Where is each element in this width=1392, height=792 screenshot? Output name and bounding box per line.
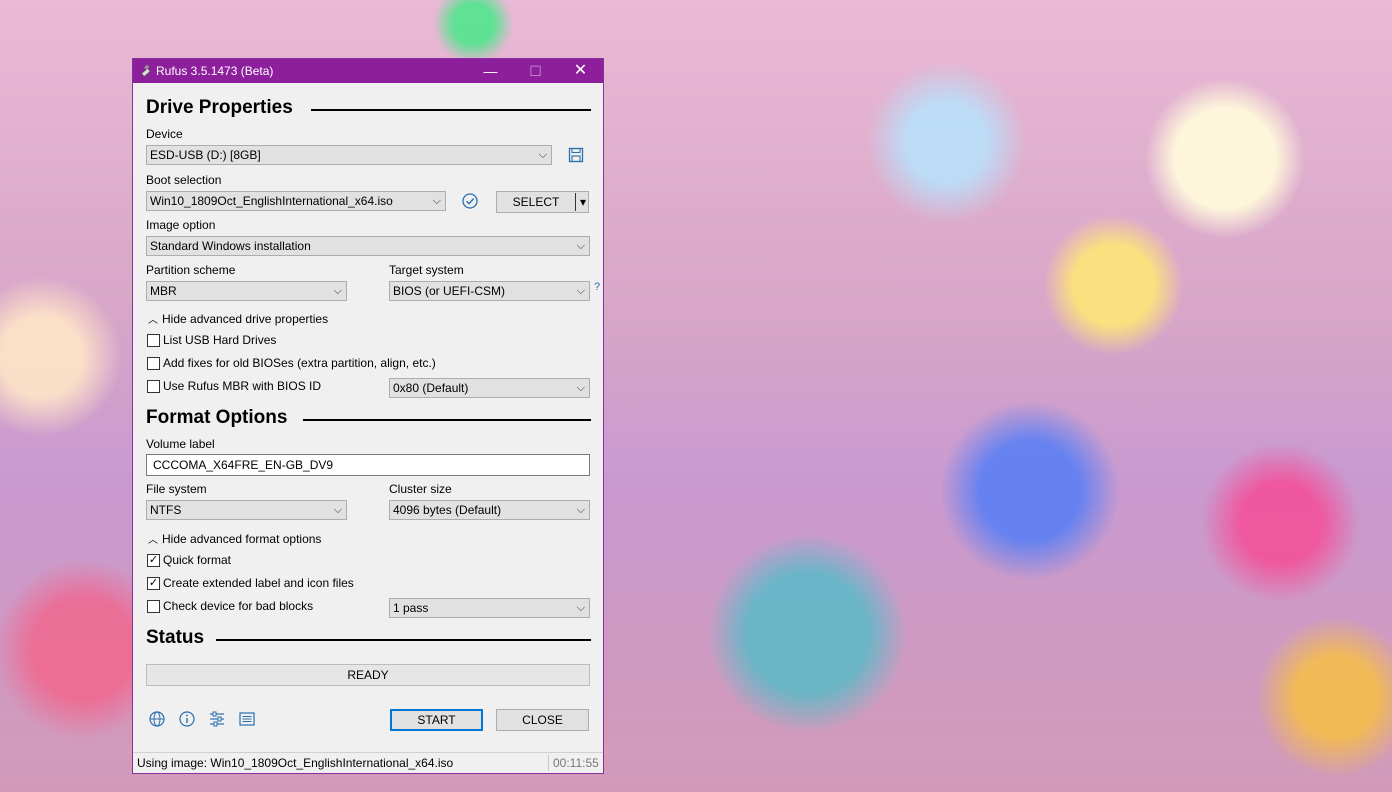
old-bios-fixes-label: Add fixes for old BIOSes (extra partitio… bbox=[163, 356, 436, 370]
start-button[interactable]: START bbox=[390, 709, 483, 731]
status-message: Using image: Win10_1809Oct_EnglishIntern… bbox=[137, 756, 454, 770]
chevron-down-icon: ⌵ bbox=[576, 602, 585, 614]
rufus-mbr-checkbox[interactable] bbox=[147, 380, 160, 393]
image-option-value: Standard Windows installation bbox=[150, 239, 311, 253]
boot-selection-dropdown[interactable]: Win10_1809Oct_EnglishInternational_x64.i… bbox=[146, 191, 446, 211]
status-divider bbox=[548, 755, 549, 771]
split-divider bbox=[575, 193, 576, 211]
cluster-size-label: Cluster size bbox=[389, 482, 452, 496]
chevron-down-icon: ⌵ bbox=[333, 285, 342, 297]
settings-sliders-icon[interactable] bbox=[208, 710, 226, 728]
extended-label-checkbox[interactable]: ✓ bbox=[147, 577, 160, 590]
window-title: Rufus 3.5.1473 (Beta) bbox=[156, 64, 274, 78]
format-options-heading: Format Options bbox=[146, 407, 288, 428]
title-bar[interactable]: Rufus 3.5.1473 (Beta) — ☐ ✕ bbox=[133, 59, 603, 83]
device-label: Device bbox=[146, 127, 183, 141]
globe-icon[interactable] bbox=[148, 710, 166, 728]
target-system-value: BIOS (or UEFI-CSM) bbox=[393, 284, 506, 298]
quick-format-label: Quick format bbox=[163, 553, 232, 567]
select-button-label: SELECT bbox=[512, 195, 560, 209]
boot-selection-label: Boot selection bbox=[146, 173, 222, 187]
advanced-drive-toggle-label: Hide advanced drive properties bbox=[162, 312, 329, 326]
maximize-button[interactable]: ☐ bbox=[513, 59, 558, 83]
progress-bar: READY bbox=[146, 664, 590, 686]
chevron-down-icon: ⌵ bbox=[538, 149, 547, 161]
select-dropdown-arrow-icon[interactable]: ▾ bbox=[577, 192, 589, 212]
minimize-button[interactable]: — bbox=[468, 59, 513, 83]
status-heading: Status bbox=[146, 627, 205, 648]
chevron-down-icon: ⌵ bbox=[333, 504, 342, 516]
target-system-label: Target system bbox=[389, 263, 464, 277]
help-icon[interactable]: ? bbox=[594, 281, 600, 293]
progress-text: READY bbox=[347, 668, 389, 682]
usb-drive-icon bbox=[140, 64, 151, 78]
volume-label-input[interactable]: CCCOMA_X64FRE_EN-GB_DV9 bbox=[146, 454, 590, 476]
info-icon[interactable] bbox=[178, 710, 196, 728]
passes-dropdown[interactable]: 1 pass ⌵ bbox=[389, 598, 590, 618]
chevron-up-icon: ︿ bbox=[148, 315, 158, 326]
list-usb-hdd-label: List USB Hard Drives bbox=[163, 333, 277, 347]
status-bar: Using image: Win10_1809Oct_EnglishIntern… bbox=[133, 752, 603, 773]
rufus-window: Rufus 3.5.1473 (Beta) — ☐ ✕ Drive Proper… bbox=[132, 58, 604, 774]
cluster-size-value: 4096 bytes (Default) bbox=[393, 503, 502, 517]
target-system-dropdown[interactable]: BIOS (or UEFI-CSM) ⌵ bbox=[389, 281, 590, 301]
section-divider bbox=[311, 109, 591, 111]
chevron-down-icon: ⌵ bbox=[432, 195, 441, 207]
drive-properties-heading: Drive Properties bbox=[146, 97, 293, 118]
chevron-down-icon: ⌵ bbox=[576, 240, 585, 252]
image-option-label: Image option bbox=[146, 218, 216, 232]
chevron-down-icon: ⌵ bbox=[576, 285, 585, 297]
advanced-format-toggle[interactable]: ︿ Hide advanced format options bbox=[148, 531, 321, 546]
rufus-mbr-label: Use Rufus MBR with BIOS ID bbox=[163, 379, 322, 393]
bad-blocks-checkbox[interactable] bbox=[147, 600, 160, 613]
passes-value: 1 pass bbox=[393, 601, 429, 615]
image-option-dropdown[interactable]: Standard Windows installation ⌵ bbox=[146, 236, 590, 256]
partition-scheme-dropdown[interactable]: MBR ⌵ bbox=[146, 281, 347, 301]
boot-selection-value: Win10_1809Oct_EnglishInternational_x64.i… bbox=[150, 194, 393, 208]
cluster-size-dropdown[interactable]: 4096 bytes (Default) ⌵ bbox=[389, 500, 590, 520]
chevron-up-icon: ︿ bbox=[148, 535, 158, 546]
save-icon[interactable] bbox=[567, 146, 585, 164]
quick-format-checkbox[interactable]: ✓ bbox=[147, 554, 160, 567]
bios-id-value: 0x80 (Default) bbox=[393, 381, 469, 395]
section-divider bbox=[303, 419, 591, 421]
volume-label-label: Volume label bbox=[146, 437, 215, 451]
extended-label-label: Create extended label and icon files bbox=[163, 576, 354, 590]
file-system-value: NTFS bbox=[150, 503, 182, 517]
partition-scheme-value: MBR bbox=[150, 284, 177, 298]
section-divider bbox=[216, 639, 591, 641]
old-bios-fixes-checkbox[interactable] bbox=[147, 357, 160, 370]
select-button[interactable]: SELECT ▾ bbox=[496, 191, 589, 213]
file-system-label: File system bbox=[146, 482, 207, 496]
device-value: ESD-USB (D:) [8GB] bbox=[150, 148, 261, 162]
advanced-format-toggle-label: Hide advanced format options bbox=[162, 532, 322, 546]
log-icon[interactable] bbox=[238, 710, 256, 728]
device-dropdown[interactable]: ESD-USB (D:) [8GB] ⌵ bbox=[146, 145, 552, 165]
partition-scheme-label: Partition scheme bbox=[146, 263, 236, 277]
bios-id-dropdown[interactable]: 0x80 (Default) ⌵ bbox=[389, 378, 590, 398]
close-button[interactable]: CLOSE bbox=[496, 709, 589, 731]
file-system-dropdown[interactable]: NTFS ⌵ bbox=[146, 500, 347, 520]
check-circle-icon[interactable] bbox=[461, 192, 479, 210]
advanced-drive-toggle[interactable]: ︿ Hide advanced drive properties bbox=[148, 311, 328, 326]
close-window-button[interactable]: ✕ bbox=[558, 59, 603, 83]
chevron-down-icon: ⌵ bbox=[576, 504, 585, 516]
list-usb-hdd-checkbox[interactable] bbox=[147, 334, 160, 347]
chevron-down-icon: ⌵ bbox=[576, 382, 585, 394]
elapsed-timer: 00:11:55 bbox=[553, 756, 599, 770]
bad-blocks-label: Check device for bad blocks bbox=[163, 599, 314, 613]
